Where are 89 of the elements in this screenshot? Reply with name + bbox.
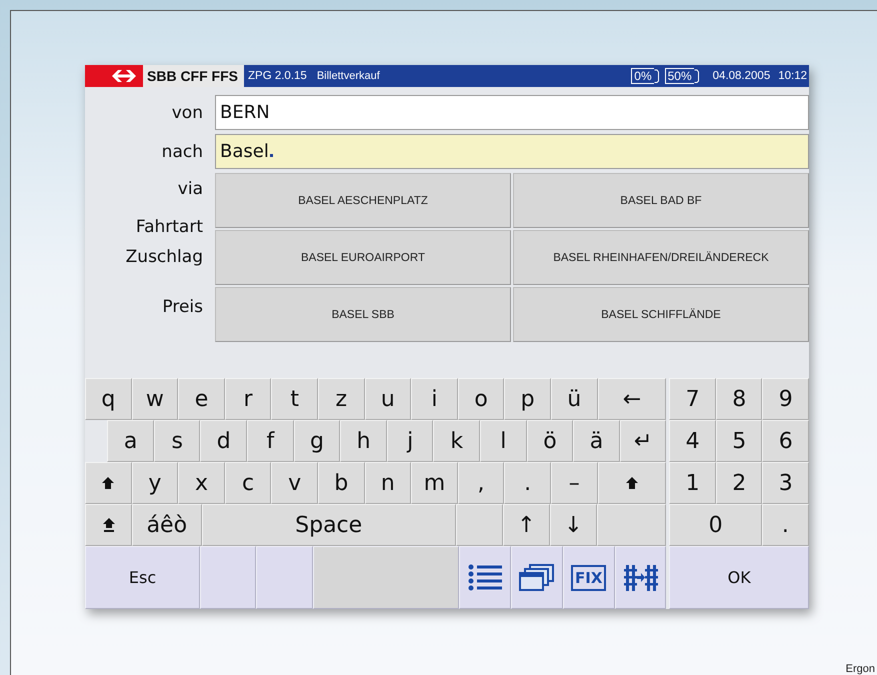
- keyboard-key[interactable]: ä: [573, 420, 620, 462]
- station-button[interactable]: BASEL RHEINHAFEN/DREILÄNDERECK: [513, 230, 809, 285]
- keyboard-key[interactable]: 9: [762, 378, 809, 420]
- keyboard-key[interactable]: w: [132, 378, 178, 420]
- keyboard-key[interactable]: ↓: [550, 504, 597, 546]
- keyboard-key[interactable]: 4: [669, 420, 716, 462]
- keyboard-key[interactable]: .: [504, 462, 551, 504]
- keyboard-key[interactable]: j: [386, 420, 434, 462]
- keyboard-key[interactable]: m: [411, 462, 458, 504]
- percent-indicator: 50%: [664, 68, 694, 84]
- keyboard-key[interactable]: a: [107, 420, 154, 462]
- keyboard-key[interactable]: 0: [669, 504, 762, 546]
- shift-icon: [624, 476, 639, 490]
- station-button[interactable]: BASEL AESCHENPLATZ: [215, 173, 511, 228]
- coupling-icon: [624, 564, 658, 592]
- keyboard-key[interactable]: r: [224, 378, 272, 420]
- keyboard-key[interactable]: ö: [526, 420, 574, 462]
- list-icon: [467, 564, 504, 592]
- keyboard-key[interactable]: i: [411, 378, 458, 420]
- keyboard-key[interactable]: o: [458, 378, 504, 420]
- keyboard-key[interactable]: 6: [762, 420, 809, 462]
- keyboard-key[interactable]: 3: [762, 462, 809, 504]
- keyboard-key[interactable]: –: [550, 462, 598, 504]
- shift-key[interactable]: [598, 462, 666, 504]
- keyboard-key[interactable]: ↑: [502, 504, 550, 546]
- keyboard-key[interactable]: p: [504, 378, 551, 420]
- field-label: via: [178, 179, 203, 199]
- keyboard-key[interactable]: z: [318, 378, 365, 420]
- keyboard-key[interactable]: v: [271, 462, 318, 504]
- bracket-icon: [654, 69, 659, 83]
- keyboard-key[interactable]: k: [433, 420, 480, 462]
- field-label: Fahrtart: [136, 217, 203, 237]
- keyboard-key[interactable]: ü: [550, 378, 598, 420]
- fix-key[interactable]: FIX: [562, 546, 615, 609]
- list-key[interactable]: [459, 546, 512, 609]
- keyboard-key[interactable]: y: [132, 462, 178, 504]
- caps-lock-key[interactable]: [85, 504, 132, 546]
- shift-icon: [101, 476, 116, 490]
- keyboard-key[interactable]: 8: [716, 378, 762, 420]
- input-field[interactable]: Basel: [215, 134, 809, 169]
- keyboard-key[interactable]: 1: [669, 462, 716, 504]
- stacked-windows-icon: [519, 564, 555, 592]
- keyboard-key[interactable]: d: [200, 420, 248, 462]
- keyboard-key[interactable]: ,: [458, 462, 504, 504]
- keyboard-key[interactable]: ↵: [620, 420, 666, 462]
- field-label: Zuschlag: [126, 247, 203, 267]
- keyboard-key[interactable]: t: [271, 378, 318, 420]
- keyboard-key[interactable]: g: [294, 420, 340, 462]
- keyboard-key[interactable]: l: [480, 420, 527, 462]
- field-label: von: [170, 102, 204, 122]
- station-button[interactable]: BASEL BAD BF: [513, 173, 809, 228]
- app-title: Billettverkauf: [316, 70, 380, 82]
- caption: Ergon: [846, 663, 875, 675]
- bracket-icon: [694, 69, 699, 83]
- keyboard-key[interactable]: n: [364, 462, 412, 504]
- keyboard-key[interactable]: 7: [669, 378, 716, 420]
- ok-key[interactable]: OK: [669, 546, 809, 609]
- station-button[interactable]: BASEL SBB: [215, 287, 511, 342]
- keyboard-key[interactable]: u: [364, 378, 412, 420]
- field-label: Preis: [162, 297, 203, 317]
- keyboard-key[interactable]: Space: [202, 504, 456, 546]
- keyboard-key[interactable]: x: [178, 462, 225, 504]
- field-label: nach: [160, 142, 204, 162]
- keyboard-key[interactable]: h: [340, 420, 387, 462]
- windows-key[interactable]: [511, 546, 563, 609]
- keyboard-key[interactable]: e: [178, 378, 225, 420]
- percent-indicator: 0%: [631, 68, 654, 84]
- station-button[interactable]: BASEL SCHIFFLÄNDE: [513, 287, 809, 342]
- brand-name: SBB CFF FFS: [143, 65, 244, 87]
- keyboard-key[interactable]: ←: [598, 378, 666, 420]
- date-label: 04.08.2005: [712, 70, 770, 82]
- caps-lock-icon: [102, 517, 116, 533]
- keyboard-key[interactable]: b: [318, 462, 365, 504]
- keyboard-key[interactable]: s: [154, 420, 200, 462]
- input-field[interactable]: BERN: [215, 95, 809, 130]
- shift-key[interactable]: [85, 462, 132, 504]
- keyboard-key[interactable]: 5: [716, 420, 762, 462]
- escape-key[interactable]: Esc: [85, 546, 200, 609]
- keyboard-key[interactable]: .: [762, 504, 809, 546]
- keyboard-key[interactable]: q: [85, 378, 132, 420]
- keyboard-key[interactable]: f: [247, 420, 294, 462]
- station-button[interactable]: BASEL EUROAIRPORT: [215, 230, 511, 285]
- keyboard-key[interactable]: áêò: [132, 504, 202, 546]
- rails-key[interactable]: [614, 546, 666, 609]
- time-label: 10:12: [778, 70, 807, 82]
- double-arrow-icon: [111, 69, 137, 83]
- keyboard-key[interactable]: c: [224, 462, 272, 504]
- keyboard-key[interactable]: 2: [716, 462, 762, 504]
- version-label: ZPG 2.0.15: [248, 70, 307, 82]
